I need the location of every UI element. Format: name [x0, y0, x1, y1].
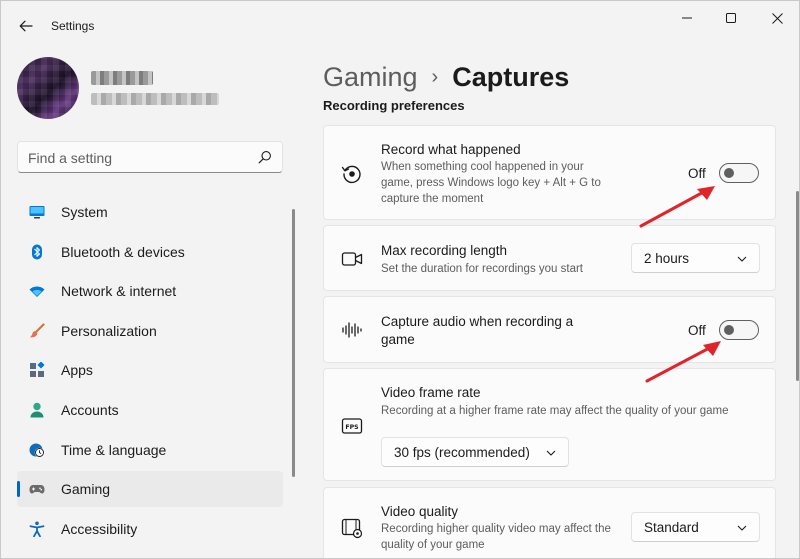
- paintbrush-icon: [30, 323, 45, 338]
- record-what-happened-toggle[interactable]: [719, 163, 759, 183]
- globe-clock-icon: [29, 443, 45, 457]
- setting-card-max-recording-length: Max recording length Set the duration fo…: [323, 225, 776, 291]
- monitor-icon: [29, 206, 45, 219]
- sidebar-item-bluetooth[interactable]: Bluetooth & devices: [17, 234, 283, 270]
- search-box: [17, 141, 283, 173]
- setting-title: Max recording length: [381, 243, 508, 258]
- search-input[interactable]: [28, 148, 248, 168]
- setting-card-video-frame-rate: FPS Video frame rate Recording at a high…: [323, 368, 776, 481]
- toggle-knob: [724, 168, 734, 178]
- breadcrumb: Gaming › Captures: [323, 59, 569, 95]
- audio-waveform-icon: [342, 322, 362, 338]
- sidebar-item-apps[interactable]: Apps: [17, 352, 283, 388]
- chevron-down-icon: [737, 256, 747, 262]
- sidebar-scrollbar[interactable]: [292, 209, 295, 477]
- gamepad-icon: [29, 485, 45, 494]
- dropdown-value: 2 hours: [644, 251, 690, 266]
- sidebar-item-accounts[interactable]: Accounts: [17, 392, 283, 428]
- apps-icon: [30, 362, 45, 378]
- toggle-state-label: Off: [688, 323, 706, 338]
- back-arrow-icon: [19, 20, 33, 32]
- capture-audio-toggle[interactable]: [719, 320, 759, 340]
- app-title: Settings: [51, 19, 95, 33]
- sidebar-item-label: System: [61, 204, 108, 220]
- sidebar-item-label: Time & language: [61, 441, 167, 458]
- sidebar-item-label: Personalization: [61, 322, 157, 339]
- profile-name-blurred: [91, 71, 153, 85]
- sidebar-item-time-language[interactable]: Time & language: [17, 432, 283, 468]
- minimize-button[interactable]: [667, 7, 707, 29]
- sidebar-item-system[interactable]: System: [17, 194, 283, 230]
- maximize-button[interactable]: [711, 7, 751, 29]
- chevron-down-icon: [546, 450, 556, 456]
- fps-icon: FPS: [341, 418, 363, 434]
- page-title: Captures: [452, 61, 570, 92]
- svg-text:FPS: FPS: [345, 424, 358, 431]
- sidebar-item-label: Accounts: [61, 401, 119, 418]
- minimize-icon: [682, 17, 692, 19]
- dropdown-value: Standard: [644, 520, 699, 535]
- chevron-down-icon: [737, 525, 747, 531]
- search-icon[interactable]: [258, 150, 272, 164]
- wifi-icon: [29, 286, 45, 298]
- setting-title: Capture audio when recording a game: [381, 314, 574, 347]
- sidebar-item-label: Apps: [61, 362, 93, 379]
- sidebar-item-accessibility[interactable]: Accessibility: [17, 511, 283, 547]
- setting-description: Recording at a higher frame rate may aff…: [381, 405, 729, 417]
- video-frame-rate-dropdown[interactable]: 30 fps (recommended): [381, 437, 569, 467]
- close-icon: [771, 12, 783, 24]
- dropdown-value: 30 fps (recommended): [394, 445, 530, 460]
- breadcrumb-separator: ›: [431, 65, 439, 88]
- title-bar: Settings: [1, 1, 799, 49]
- setting-card-video-quality: Video quality Recording higher quality v…: [323, 487, 776, 558]
- setting-title: Video frame rate: [381, 385, 481, 400]
- sidebar-item-personalization[interactable]: Personalization: [17, 313, 283, 349]
- sidebar-item-label: Gaming: [61, 481, 111, 498]
- toggle-knob: [724, 325, 734, 335]
- setting-description: When something cool happened in your gam…: [381, 161, 601, 205]
- max-recording-length-dropdown[interactable]: 2 hours: [631, 243, 760, 273]
- breadcrumb-parent[interactable]: Gaming: [323, 62, 418, 93]
- video-quality-dropdown[interactable]: Standard: [631, 512, 760, 542]
- sidebar-item-label: Accessibility: [61, 520, 138, 537]
- sidebar-item-label: Bluetooth & devices: [61, 243, 185, 260]
- setting-card-record-what-happened: Record what happened When something cool…: [323, 125, 776, 220]
- setting-description: Set the duration for recordings you star…: [381, 263, 583, 275]
- profile-email-blurred: [91, 93, 219, 105]
- sidebar-item-network[interactable]: Network & internet: [17, 273, 283, 309]
- close-button[interactable]: [757, 7, 797, 29]
- back-button[interactable]: [15, 15, 37, 37]
- video-quality-icon: [341, 518, 363, 539]
- settings-window: Settings System: [0, 0, 800, 559]
- person-icon: [30, 402, 44, 418]
- record-history-icon: [341, 165, 361, 184]
- video-camera-icon: [341, 252, 363, 266]
- avatar[interactable]: [17, 57, 79, 119]
- setting-description: Recording higher quality video may affec…: [381, 523, 611, 551]
- accessibility-icon: [29, 521, 45, 537]
- toggle-state-label: Off: [688, 166, 706, 181]
- setting-card-capture-audio: Capture audio when recording a game Off: [323, 296, 776, 363]
- setting-title: Video quality: [381, 504, 459, 519]
- sidebar-item-label: Network & internet: [61, 283, 177, 300]
- bluetooth-icon: [32, 244, 42, 260]
- sidebar-item-gaming[interactable]: Gaming: [17, 471, 283, 508]
- main-scrollbar[interactable]: [796, 191, 799, 381]
- setting-title: Record what happened: [381, 142, 521, 157]
- sidebar-nav: System Bluetooth & devices Network & int…: [17, 194, 283, 550]
- maximize-icon: [726, 13, 736, 23]
- section-title: Recording preferences: [323, 101, 465, 113]
